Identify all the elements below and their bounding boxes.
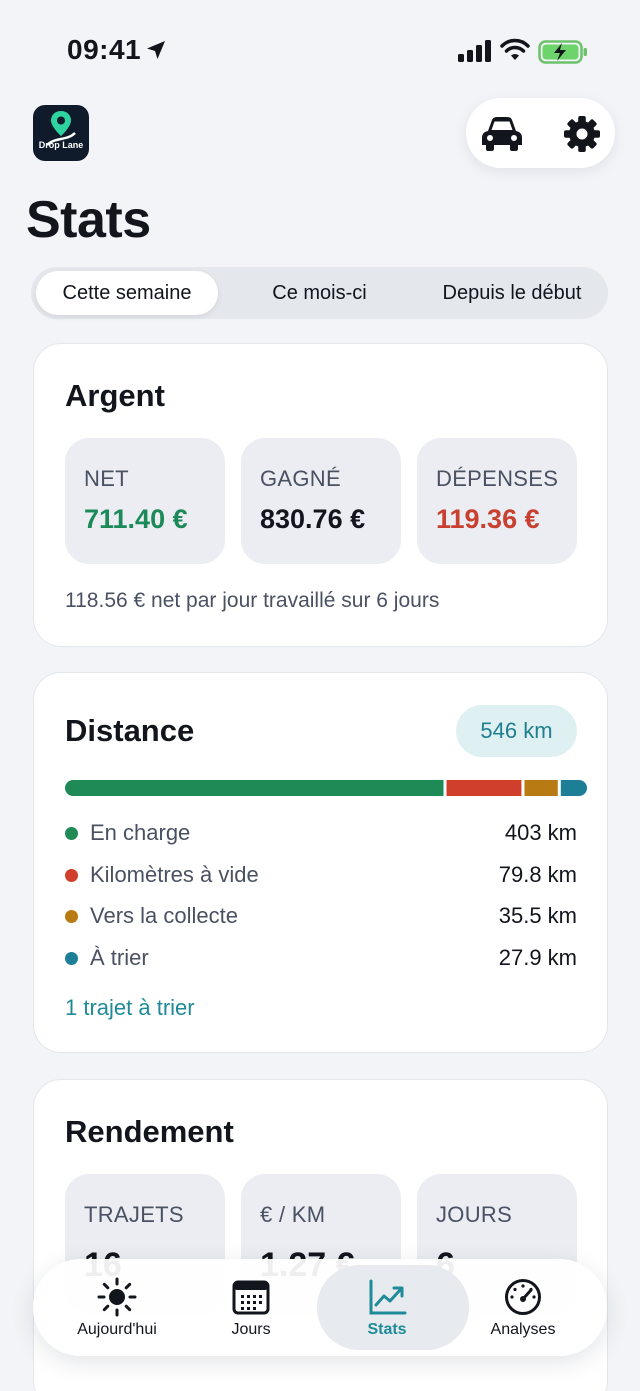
earned-value: 830.76 €: [260, 504, 366, 534]
page-title: Stats: [26, 191, 151, 249]
tab-days[interactable]: Jours: [181, 1259, 321, 1356]
tab-bar: Aujourd'hui Jours Stats Analyses: [33, 1259, 607, 1356]
cellular-signal-icon: [458, 40, 491, 62]
legend-to-sort: À trier 27.9 km: [65, 943, 577, 973]
gauge-icon: [505, 1279, 541, 1315]
chart-trend-icon: [369, 1279, 407, 1315]
net-value: 711.40 €: [84, 504, 188, 534]
trips-label: TRAJETS: [84, 1202, 184, 1227]
tab-days-label: Jours: [231, 1321, 271, 1338]
days-label: JOURS: [436, 1202, 513, 1227]
expenses-value: 119.36 €: [436, 504, 540, 534]
legend-loaded: En charge 403 km: [65, 818, 577, 848]
tab-stats[interactable]: Stats: [317, 1259, 469, 1356]
total-distance-badge: 546 km: [456, 705, 577, 757]
car-icon[interactable]: [480, 114, 524, 152]
header-actions: [466, 98, 615, 168]
per-km-label: € / KM: [260, 1202, 326, 1227]
to-pickup-value: 35.5 km: [498, 903, 577, 928]
period-week-tab[interactable]: Cette semaine: [36, 271, 218, 315]
to-sort-value: 27.9 km: [498, 945, 577, 970]
bar-segment-to-sort: [560, 780, 587, 796]
loaded-label: En charge: [90, 820, 191, 845]
tab-analyses[interactable]: Analyses: [453, 1259, 593, 1356]
empty-km-dot: [65, 869, 78, 882]
earned-label: GAGNÉ: [260, 466, 341, 491]
period-month-tab[interactable]: Ce mois-ci: [227, 271, 412, 315]
status-bar: 09:41: [0, 0, 640, 100]
gear-icon[interactable]: [563, 115, 601, 153]
period-selector: Cette semaine Ce mois-ci Depuis le début: [31, 267, 608, 319]
earned-stat: GAGNÉ 830.76 €: [241, 438, 401, 564]
legend-empty-km: Kilomètres à vide 79.8 km: [65, 860, 577, 890]
bar-segment-empty-km: [446, 780, 522, 796]
to-pickup-label: Vers la collecte: [90, 903, 238, 928]
location-arrow-icon: [147, 41, 165, 59]
distance-card-title: Distance: [65, 713, 195, 748]
period-all-time-tab[interactable]: Depuis le début: [421, 271, 603, 315]
money-card-title: Argent: [65, 378, 165, 413]
bar-segment-to-pickup: [524, 780, 558, 796]
empty-km-label: Kilomètres à vide: [90, 862, 259, 887]
sort-trips-link[interactable]: 1 trajet à trier: [65, 993, 195, 1023]
tab-stats-label: Stats: [367, 1321, 407, 1338]
distance-breakdown-bar: [65, 780, 587, 796]
expenses-label: DÉPENSES: [436, 466, 559, 491]
calendar-icon: [232, 1280, 270, 1315]
net-label: NET: [84, 466, 129, 491]
loaded-value: 403 km: [504, 820, 577, 845]
bar-segment-loaded: [65, 780, 444, 796]
sun-icon: [97, 1277, 137, 1317]
status-time: 09:41: [67, 34, 142, 65]
to-sort-dot: [65, 952, 78, 965]
wifi-icon: [500, 38, 530, 60]
yield-card-title: Rendement: [65, 1114, 234, 1149]
app-logo: Drop Lane: [33, 105, 89, 161]
to-pickup-dot: [65, 910, 78, 923]
legend-to-pickup: Vers la collecte 35.5 km: [65, 901, 577, 931]
money-card: Argent NET 711.40 € GAGNÉ 830.76 € DÉPEN…: [33, 343, 608, 647]
empty-km-value: 79.8 km: [498, 862, 577, 887]
tab-today[interactable]: Aujourd'hui: [47, 1259, 187, 1356]
net-stat: NET 711.40 €: [65, 438, 225, 564]
expenses-stat: DÉPENSES 119.36 €: [417, 438, 577, 564]
distance-card: Distance 546 km En charge 403 km Kilomèt…: [33, 672, 608, 1053]
loaded-dot: [65, 827, 78, 840]
tab-analyses-label: Analyses: [490, 1321, 556, 1338]
logo-text: Drop Lane: [38, 140, 84, 150]
tab-today-label: Aujourd'hui: [77, 1321, 157, 1338]
net-per-day-note: 118.56 € net par jour travaillé sur 6 jo…: [65, 589, 440, 612]
battery-charging-icon: [538, 40, 587, 64]
to-sort-label: À trier: [90, 945, 149, 970]
map-pin-icon: [46, 111, 76, 146]
